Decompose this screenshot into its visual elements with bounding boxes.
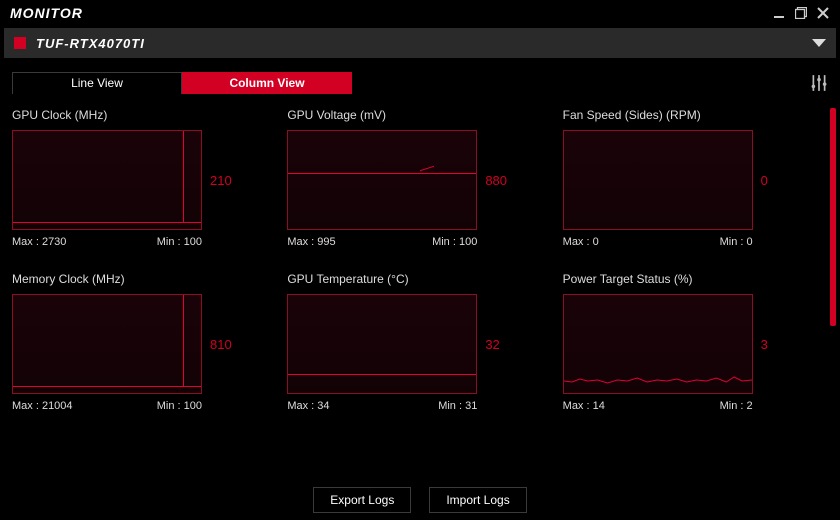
- max-label: Max : 995: [287, 236, 335, 248]
- vertical-scrollbar[interactable]: [826, 108, 836, 472]
- card-title: GPU Temperature (°C): [287, 272, 542, 286]
- min-label: Min : 0: [720, 236, 753, 248]
- current-value: 32: [477, 337, 517, 352]
- current-value: 810: [202, 337, 242, 352]
- card-gpu-temp: GPU Temperature (°C) 32 Max : 34 Min : 3…: [287, 272, 542, 412]
- maximize-button[interactable]: [790, 0, 812, 26]
- import-logs-button[interactable]: Import Logs: [429, 487, 526, 513]
- content-wrap: GPU Clock (MHz) 210 Max : 2730 Min : 100: [4, 100, 836, 480]
- tab-line-view[interactable]: Line View: [12, 72, 182, 94]
- chart-mem-clock[interactable]: [12, 294, 202, 394]
- charts-area: GPU Clock (MHz) 210 Max : 2730 Min : 100: [4, 100, 826, 480]
- chart-settings-button[interactable]: [810, 74, 828, 92]
- app-title: MONITOR: [10, 5, 768, 21]
- card-title: GPU Voltage (mV): [287, 108, 542, 122]
- current-value: 0: [753, 173, 793, 188]
- max-label: Max : 0: [563, 236, 599, 248]
- current-value: 880: [477, 173, 517, 188]
- footer: Export Logs Import Logs: [0, 480, 840, 520]
- max-label: Max : 34: [287, 400, 329, 412]
- maximize-icon: [795, 7, 807, 19]
- chevron-down-icon: [812, 39, 826, 47]
- charts-grid: GPU Clock (MHz) 210 Max : 2730 Min : 100: [12, 108, 818, 412]
- chart-gpu-voltage[interactable]: [287, 130, 477, 230]
- max-label: Max : 2730: [12, 236, 66, 248]
- min-label: Min : 100: [157, 400, 202, 412]
- close-icon: [817, 7, 829, 19]
- device-selector[interactable]: TUF-RTX4070TI: [4, 28, 836, 58]
- card-gpu-clock: GPU Clock (MHz) 210 Max : 2730 Min : 100: [12, 108, 267, 248]
- min-label: Min : 31: [438, 400, 477, 412]
- chart-fan-speed[interactable]: [563, 130, 753, 230]
- card-fan-speed: Fan Speed (Sides) (RPM) 0 Max : 0 Min : …: [563, 108, 818, 248]
- min-label: Min : 100: [157, 236, 202, 248]
- card-title: GPU Clock (MHz): [12, 108, 267, 122]
- max-label: Max : 21004: [12, 400, 73, 412]
- card-title: Fan Speed (Sides) (RPM): [563, 108, 818, 122]
- scrollbar-thumb[interactable]: [830, 108, 836, 326]
- sliders-icon: [810, 74, 828, 92]
- chart-gpu-clock[interactable]: [12, 130, 202, 230]
- titlebar: MONITOR: [0, 0, 840, 26]
- app-window: { "header": { "app_title": "MONITOR", "d…: [0, 0, 840, 520]
- min-label: Min : 2: [720, 400, 753, 412]
- card-power-target: Power Target Status (%) 3 Max : 14 Min :…: [563, 272, 818, 412]
- min-label: Min : 100: [432, 236, 477, 248]
- max-label: Max : 14: [563, 400, 605, 412]
- view-tabs: Line View Column View: [12, 72, 828, 94]
- card-mem-clock: Memory Clock (MHz) 810 Max : 21004 Min :…: [12, 272, 267, 412]
- tab-column-view[interactable]: Column View: [182, 72, 352, 94]
- device-name: TUF-RTX4070TI: [36, 36, 812, 51]
- current-value: 210: [202, 173, 242, 188]
- card-gpu-voltage: GPU Voltage (mV) 880 Max : 995 Min : 100: [287, 108, 542, 248]
- device-accent-square: [14, 37, 26, 49]
- minimize-icon: [773, 7, 785, 19]
- chart-power-target[interactable]: [563, 294, 753, 394]
- export-logs-button[interactable]: Export Logs: [313, 487, 411, 513]
- chart-gpu-temp[interactable]: [287, 294, 477, 394]
- card-title: Memory Clock (MHz): [12, 272, 267, 286]
- current-value: 3: [753, 337, 793, 352]
- card-title: Power Target Status (%): [563, 272, 818, 286]
- minimize-button[interactable]: [768, 0, 790, 26]
- close-button[interactable]: [812, 0, 834, 26]
